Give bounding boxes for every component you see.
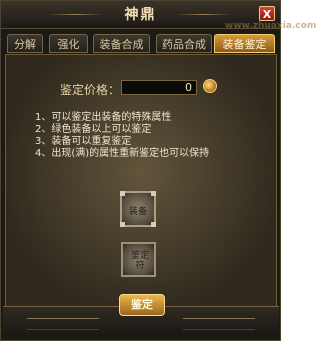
price-label: 鉴定价格： [60,83,121,97]
tab-potion-synthesis[interactable]: 药品合成 [156,34,212,53]
appraise-button[interactable]: 鉴定 [119,294,165,316]
equipment-slot[interactable]: 装备 [120,191,156,227]
watermark: www.zhuaxia.com [225,21,317,31]
coin-icon [203,79,217,93]
rule-item: 2、绿色装备以上可以鉴定 [35,124,152,135]
tab-equipment-appraisal[interactable]: 装备鉴定 [214,34,275,53]
rule-item: 1、可以鉴定出装备的特殊属性 [35,112,172,123]
footer-left-ornament [27,318,99,330]
tab-decompose[interactable]: 分解 [7,34,43,53]
tab-enhance[interactable]: 强化 [49,34,88,53]
rule-item: 4、出现(满)的属性重新鉴定也可以保持 [35,148,210,159]
title-right-ornament [176,14,231,15]
appraisal-scroll-slot[interactable]: 鉴定符 [121,242,156,277]
tab-equipment-synthesis[interactable]: 装备合成 [93,34,150,53]
footer-right-ornament [183,318,255,330]
slot-corner-ornament [151,191,156,196]
rule-item: 3、装备可以重复鉴定 [35,136,132,147]
appraisal-rules: 1、可以鉴定出装备的特殊属性 2、绿色装备以上可以鉴定 3、装备可以重复鉴定 4… [35,112,265,160]
price-value: 0 [121,80,197,95]
appraisal-window: 神鼎 X www.zhuaxia.com 分解 强化 装备合成 药品合成 装备鉴… [0,0,316,341]
equipment-slot-label: 装备 [128,207,147,217]
scroll-slot-label: 鉴定符 [130,251,149,271]
slot-corner-ornament [120,191,125,196]
close-button[interactable]: X [259,6,275,21]
slot-corner-ornament [151,222,156,227]
slot-corner-ornament [120,222,125,227]
